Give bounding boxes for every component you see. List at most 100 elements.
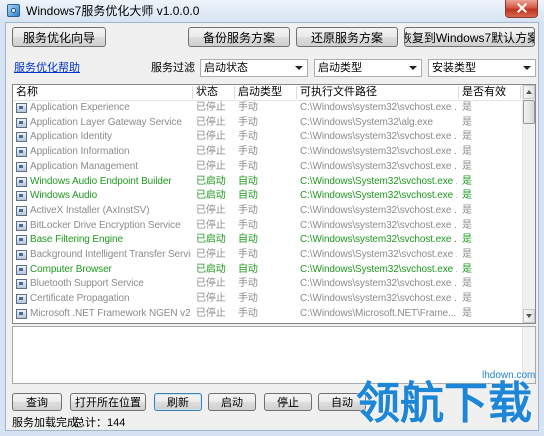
service-icon <box>16 264 27 275</box>
column-separator[interactable] <box>234 86 235 99</box>
cell-start-type: 手动 <box>238 249 258 260</box>
cell-status: 已停止 <box>196 131 226 143</box>
service-list[interactable]: 名称 状态 启动类型 可执行文件路径 是否有效 Application Expe… <box>12 84 536 324</box>
close-button[interactable] <box>505 0 538 18</box>
service-icon <box>16 220 27 231</box>
service-icon <box>16 161 27 172</box>
service-icon <box>16 294 27 305</box>
cell-start-type: 自动 <box>238 263 258 275</box>
service-icon <box>16 132 27 143</box>
list-scrollbar[interactable] <box>522 85 535 323</box>
table-row[interactable]: Background Intelligent Transfer Service 已… <box>13 248 522 263</box>
description-panel[interactable] <box>12 326 536 384</box>
column-header-status[interactable]: 状态 <box>196 85 233 100</box>
table-row[interactable]: Base Filtering Engine 已启动 自动 C:\Windows\sys… <box>13 233 522 248</box>
column-header-start-type[interactable]: 启动类型 <box>238 85 295 100</box>
cell-name: Microsoft .NET Framework NGEN v2.... <box>30 307 191 319</box>
query-button[interactable]: 查询 <box>12 393 62 411</box>
window-title: Windows7服务优化大师 v1.0.0.0 <box>26 4 200 18</box>
cell-valid: 是 <box>462 175 472 187</box>
cell-valid: 是 <box>462 116 472 128</box>
title-bar[interactable]: Windows7服务优化大师 v1.0.0.0 <box>0 0 544 22</box>
table-row[interactable]: Microsoft .NET Framework NGEN v2.... 已停止手… <box>13 307 522 322</box>
service-icon <box>16 279 27 290</box>
filter-label: 服务过滤 <box>151 62 195 74</box>
scroll-up-button[interactable] <box>523 85 535 99</box>
open-location-button[interactable]: 打开所在位置 <box>70 393 146 411</box>
service-icon <box>16 147 27 158</box>
table-row[interactable]: Bluetooth Support Service 已停止 手动 C:\Windows… <box>13 277 522 292</box>
refresh-button[interactable]: 刷新 <box>154 393 202 411</box>
cell-path: C:\Windows\system32\svchost.exe ... <box>300 160 457 172</box>
cell-status: 已启动 <box>196 234 226 246</box>
cell-valid: 是 <box>462 278 472 290</box>
service-icon <box>16 103 27 113</box>
service-icon <box>16 235 27 246</box>
table-row[interactable]: Application Identity 已停止 手动 C:\Windows\syst… <box>13 130 522 145</box>
column-header-path[interactable]: 可执行文件路径 <box>300 85 457 100</box>
stop-service-button[interactable]: 停止 <box>264 393 312 411</box>
chevron-down-icon <box>409 66 417 70</box>
table-row[interactable]: Application Experience 已停止 手动 C:\Windows\sy… <box>13 101 522 116</box>
install-type-select[interactable]: 安装类型 <box>428 59 536 77</box>
table-row[interactable]: Application Layer Gateway Service 已停止 手动 C:… <box>13 116 522 131</box>
chevron-down-icon <box>523 66 531 70</box>
cell-path: C:\Windows\system32\svchost.exe ... <box>300 204 457 216</box>
column-separator[interactable] <box>520 86 521 99</box>
cell-valid: 是 <box>462 307 472 319</box>
cell-start-type: 手动 <box>238 102 258 113</box>
scroll-thumb[interactable] <box>523 100 535 124</box>
cell-valid: 是 <box>462 249 472 260</box>
cell-name: Windows Audio <box>30 190 98 202</box>
cell-status: 已启动 <box>196 190 226 202</box>
start-type-select[interactable]: 启动类型 <box>314 59 422 77</box>
start-type-value: 启动类型 <box>318 62 362 74</box>
cell-path: C:\Windows\system32\svchost.exe ... <box>300 234 457 246</box>
service-gear-icon <box>7 4 20 17</box>
table-row[interactable]: Computer Browser 已启动 自动 C:\Windows\System32… <box>13 263 522 278</box>
cell-path: C:\Windows\system32\svchost.exe ... <box>300 102 457 113</box>
service-icon <box>16 117 27 128</box>
cell-path: C:\Windows\system32\svchost.exe ... <box>300 146 457 158</box>
table-row[interactable]: Windows Audio Endpoint Builder 已启动 自动 C:\Wi… <box>13 175 522 190</box>
cell-name: Bluetooth Support Service <box>30 278 144 290</box>
column-separator[interactable] <box>458 86 459 99</box>
help-link[interactable]: 服务优化帮助 <box>14 61 80 75</box>
column-header-name[interactable]: 名称 <box>16 85 190 100</box>
table-row[interactable]: ActiveX Installer (AxInstSV) 已停止 手动 C:\Wind… <box>13 204 522 219</box>
start-service-button[interactable]: 启动 <box>208 393 256 411</box>
table-row[interactable]: BitLocker Drive Encryption Service 已停止 手动 C… <box>13 219 522 234</box>
service-icon <box>16 205 27 216</box>
column-header-valid[interactable]: 是否有效 <box>462 85 518 100</box>
cell-start-type: 手动 <box>238 278 258 290</box>
cell-status: 已停止 <box>196 249 226 260</box>
cell-valid: 是 <box>462 160 472 172</box>
backup-plan-button[interactable]: 备份服务方案 <box>188 27 290 47</box>
cell-status: 已停止 <box>196 204 226 216</box>
cell-status: 已停止 <box>196 307 226 319</box>
cell-path: C:\Windows\system32\svchost.exe ... <box>300 278 457 290</box>
reset-default-button[interactable]: 恢复到Windows7默认方案 <box>404 27 535 47</box>
cell-path: C:\Windows\System32\svchost.exe ... <box>300 190 457 202</box>
cell-start-type: 自动 <box>238 234 258 246</box>
cell-name: Application Experience <box>30 102 130 113</box>
cell-status: 已启动 <box>196 175 226 187</box>
table-row[interactable]: Windows Audio 已启动 自动 C:\Windows\System32\sv… <box>13 189 522 204</box>
cell-start-type: 手动 <box>238 204 258 216</box>
install-type-value: 安装类型 <box>432 62 476 74</box>
start-state-select[interactable]: 启动状态 <box>200 59 308 77</box>
table-row[interactable]: Certificate Propagation 已停止 手动 C:\Windows\s… <box>13 292 522 307</box>
cell-name: Windows Audio Endpoint Builder <box>30 175 172 187</box>
cell-name: Application Identity <box>30 131 112 143</box>
table-row[interactable]: Application Information 已停止 手动 C:\Windows\s… <box>13 145 522 160</box>
cell-start-type: 自动 <box>238 190 258 202</box>
cell-start-type: 手动 <box>238 307 258 319</box>
restore-plan-button[interactable]: 还原服务方案 <box>296 27 398 47</box>
table-row[interactable]: Application Management 已停止 手动 C:\Windows\sy… <box>13 160 522 175</box>
scroll-down-button[interactable] <box>523 309 535 323</box>
cell-valid: 是 <box>462 263 472 275</box>
wizard-button[interactable]: 服务优化向导 <box>12 27 106 47</box>
column-separator[interactable] <box>192 86 193 99</box>
column-separator[interactable] <box>296 86 297 99</box>
service-icon <box>16 308 27 319</box>
